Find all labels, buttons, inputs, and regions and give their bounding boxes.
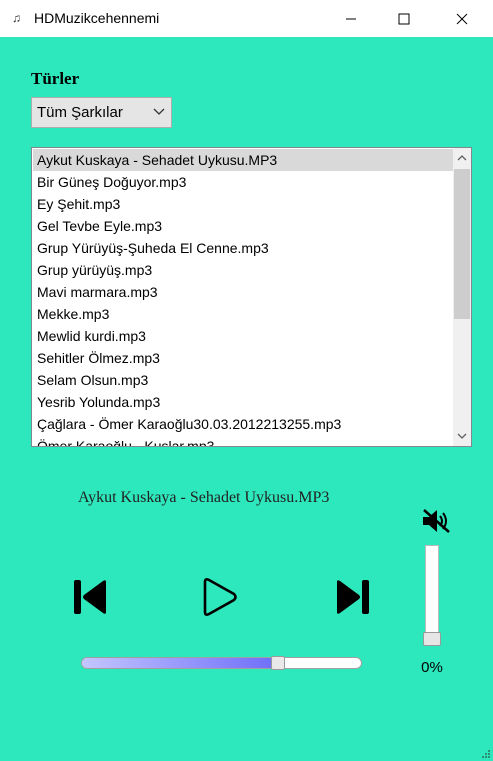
genre-selected-value: Tüm Şarkılar bbox=[37, 104, 123, 121]
music-note-icon: ♫ bbox=[12, 11, 21, 25]
seek-thumb[interactable] bbox=[271, 656, 285, 670]
playlist-item[interactable]: Selam Olsun.mp3 bbox=[33, 369, 453, 391]
minimize-button[interactable] bbox=[328, 0, 374, 37]
close-icon bbox=[456, 13, 468, 24]
seek-slider[interactable] bbox=[81, 656, 362, 670]
mute-button[interactable] bbox=[421, 507, 453, 535]
scroll-thumb[interactable] bbox=[454, 169, 470, 319]
scroll-up-button[interactable] bbox=[453, 148, 471, 168]
playlist-item[interactable]: Aykut Kuskaya - Sehadet Uykusu.MP3 bbox=[33, 149, 453, 171]
playlist-item[interactable]: Gel Tevbe Eyle.mp3 bbox=[33, 215, 453, 237]
playlist-item[interactable]: Çağlara - Ömer Karaoğlu30.03.2012213255.… bbox=[33, 413, 453, 435]
playlist-item[interactable]: Mavi marmara.mp3 bbox=[33, 281, 453, 303]
maximize-button[interactable] bbox=[381, 0, 427, 37]
volume-slider[interactable] bbox=[422, 544, 442, 648]
playlist-item[interactable]: Yesrib Yolunda.mp3 bbox=[33, 391, 453, 413]
genres-label: Türler bbox=[31, 69, 80, 88]
playlist-item[interactable]: Bir Güneş Doğuyor.mp3 bbox=[33, 171, 453, 193]
play-button[interactable] bbox=[201, 577, 239, 617]
play-icon bbox=[203, 578, 237, 616]
title-bar: ♫ HDMuzikcehennemi bbox=[0, 0, 493, 37]
playlist-item[interactable]: Grup yürüyüş.mp3 bbox=[33, 259, 453, 281]
playlist-item[interactable]: Sehitler Ölmez.mp3 bbox=[33, 347, 453, 369]
previous-button[interactable] bbox=[72, 577, 110, 617]
close-button[interactable] bbox=[439, 0, 485, 37]
seek-track bbox=[81, 657, 362, 669]
maximize-icon bbox=[398, 13, 410, 24]
main-panel: Türler Tüm Şarkılar Ömer Karaoğlu - Kuşl… bbox=[0, 37, 493, 761]
playlist-item[interactable]: Ömer Karaoğlu - Kuşlar.mp3 bbox=[33, 435, 453, 446]
volume-thumb[interactable] bbox=[423, 632, 441, 646]
volume-track bbox=[425, 545, 439, 645]
genre-dropdown[interactable]: Tüm Şarkılar bbox=[31, 97, 172, 128]
speaker-muted-icon bbox=[423, 509, 450, 533]
playlist-item[interactable]: Ey Şehit.mp3 bbox=[33, 193, 453, 215]
volume-percent: 0% bbox=[421, 659, 443, 676]
playlist-item[interactable]: Mewlid kurdi.mp3 bbox=[33, 325, 453, 347]
playlist-item[interactable]: Grup Yürüyüş-Şuheda El Cenne.mp3 bbox=[33, 237, 453, 259]
chevron-down-icon bbox=[153, 108, 165, 115]
skip-next-icon bbox=[337, 580, 369, 614]
playlist-item[interactable]: Mekke.mp3 bbox=[33, 303, 453, 325]
playlist-scrollbar[interactable] bbox=[453, 148, 471, 446]
now-playing-title: Aykut Kuskaya - Sehadet Uykusu.MP3 bbox=[78, 489, 330, 506]
window-title: HDMuzikcehennemi bbox=[34, 10, 160, 26]
skip-previous-icon bbox=[74, 580, 106, 614]
seek-progress-fill bbox=[82, 658, 279, 668]
resize-grip-icon[interactable] bbox=[482, 750, 490, 758]
chevron-down-icon bbox=[457, 433, 467, 439]
scroll-down-button[interactable] bbox=[453, 426, 471, 446]
minimize-icon bbox=[346, 18, 356, 19]
chevron-up-icon bbox=[457, 155, 467, 161]
next-button[interactable] bbox=[333, 577, 371, 617]
playlist-listbox[interactable]: Ömer Karaoğlu - Kuşlar.mp3 Çağlara - Ömer… bbox=[31, 147, 472, 447]
